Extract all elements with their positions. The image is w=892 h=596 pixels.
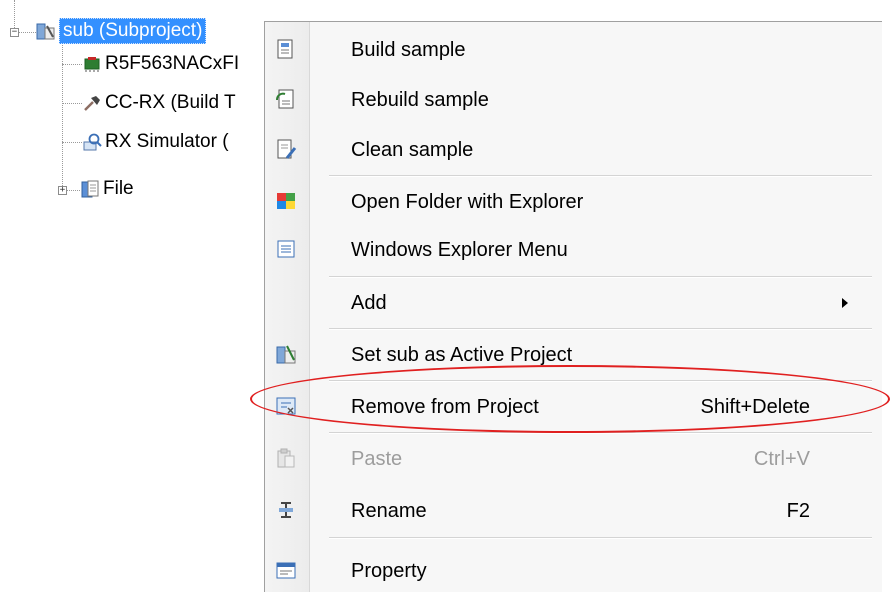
tree-node-label: sub (Subproject) (59, 18, 207, 44)
hammer-icon (82, 93, 102, 113)
menu-item-shortcut: Ctrl+V (753, 447, 810, 470)
explorer-menu-icon (275, 238, 297, 260)
menu-item-add[interactable]: Add (265, 278, 882, 328)
tree-node-label: CC-RX (Build T (105, 92, 236, 113)
menu-item-shortcut: Shift+Delete (700, 395, 810, 418)
subproject-icon (36, 21, 56, 41)
microcontroller-icon (82, 54, 102, 74)
menu-item-shortcut: F2 (786, 499, 810, 522)
menu-item-clean[interactable]: Clean sample (265, 125, 882, 175)
active-project-icon (275, 343, 297, 365)
menu-separator (329, 537, 872, 539)
context-menu: Build sample Rebuild sample Clean sample (264, 21, 882, 592)
menu-item-label: Windows Explorer Menu (351, 238, 568, 261)
menu-item-label: Paste (351, 447, 403, 470)
submenu-arrow-icon (842, 298, 848, 308)
menu-item-label: Property (351, 559, 427, 582)
build-icon (275, 38, 297, 60)
menu-item-label: Build sample (351, 38, 466, 61)
menu-item-paste: Paste Ctrl+V (265, 434, 882, 484)
collapse-expander[interactable]: − (10, 28, 19, 37)
tree-node-debug-tool[interactable]: RX Simulator ( (82, 129, 229, 155)
menu-item-label: Add (351, 291, 387, 314)
menu-item-set-active[interactable]: Set sub as Active Project (265, 330, 882, 380)
tree-node-label: File (103, 178, 134, 199)
tree-node-label: R5F563NACxFI (105, 53, 240, 74)
menu-item-explorer-menu[interactable]: Windows Explorer Menu (265, 225, 882, 275)
file-folder-icon (80, 179, 100, 199)
tree-node-subproject[interactable]: sub (Subproject) (36, 18, 207, 44)
remove-from-project-icon (275, 395, 297, 417)
explorer-folder-icon (275, 190, 297, 212)
debug-tool-icon (82, 132, 102, 152)
menu-item-rebuild[interactable]: Rebuild sample (265, 75, 882, 125)
menu-item-property[interactable]: Property (265, 546, 882, 596)
menu-item-open-folder[interactable]: Open Folder with Explorer (265, 177, 882, 227)
menu-item-label: Rename (351, 499, 427, 522)
expand-expander[interactable]: + (58, 186, 67, 195)
project-tree: − sub (Subproject) R5F563NACxFI CC-RX (B… (0, 0, 300, 220)
menu-item-label: Rebuild sample (351, 88, 489, 111)
rename-icon (275, 499, 297, 521)
menu-item-label: Set sub as Active Project (351, 343, 573, 366)
clean-icon (275, 138, 297, 160)
tree-node-file[interactable]: File (80, 176, 134, 202)
menu-item-label: Remove from Project (351, 395, 539, 418)
menu-item-remove-from-project[interactable]: Remove from Project Shift+Delete (265, 382, 882, 432)
menu-item-rename[interactable]: Rename F2 (265, 486, 882, 536)
tree-node-label: RX Simulator ( (105, 131, 229, 152)
property-icon (275, 559, 297, 581)
rebuild-icon (275, 88, 297, 110)
paste-icon (275, 447, 297, 469)
menu-item-build[interactable]: Build sample (265, 25, 882, 75)
menu-item-label: Open Folder with Explorer (351, 190, 584, 213)
tree-node-build-tool[interactable]: CC-RX (Build T (82, 90, 236, 116)
tree-node-microcontroller[interactable]: R5F563NACxFI (82, 51, 239, 77)
menu-item-label: Clean sample (351, 138, 474, 161)
